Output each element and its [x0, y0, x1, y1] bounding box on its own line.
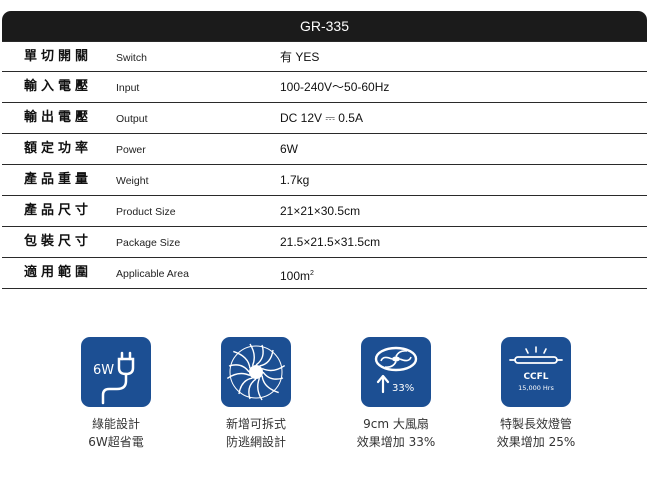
caption-line-1: 9cm 大風扇 [363, 417, 429, 431]
spec-label-en: Input [116, 82, 140, 94]
caption-line-2: 防逃網設計 [225, 435, 286, 449]
feature-green-energy: 6W 綠能設計 6W超省電 [56, 337, 176, 451]
caption-line-1: 綠能設計 [91, 417, 140, 431]
spec-label-zh: 包裝尺寸 [24, 234, 93, 249]
product-spec-page: GR-335 單切開關 Switch 有 YES 輸入電壓 Input 100-… [0, 0, 650, 500]
caption-line-1: 新增可拆式 [225, 417, 286, 431]
spec-label-zh: 適用範圍 [24, 265, 93, 280]
spec-label-zh: 產品尺寸 [24, 203, 93, 218]
spec-value: 21.5×21.5×31.5cm [280, 235, 381, 249]
feature-large-fan: 33% 9cm 大風扇 效果增加 33% [336, 337, 456, 451]
spec-label-zh: 輸入電壓 [24, 79, 93, 94]
spec-label-en: Switch [116, 52, 147, 64]
ccfl-lamp-icon: CCFL 15,000 Hrs [501, 337, 571, 407]
fan-blade-icon [221, 337, 291, 407]
spec-label-zh: 單切開關 [24, 49, 93, 64]
spec-label-en: Output [116, 113, 148, 125]
spec-value: DC 12V ⎓ 0.5A [280, 111, 363, 125]
spec-value: 100-240V～50-60Hz [280, 80, 390, 94]
spec-row-power: 額定功率 Power 6W [2, 134, 647, 165]
model-title: GR-335 [299, 18, 350, 34]
spec-label-en: Applicable Area [116, 268, 189, 280]
feature-ccfl-lamp: CCFL 15,000 Hrs 特製長效燈管 效果增加 25% [476, 337, 596, 451]
spec-row-input: 輸入電壓 Input 100-240V～50-60Hz [2, 72, 647, 103]
spec-row-applicable-area: 適用範圍 Applicable Area 100m2 [2, 258, 647, 289]
spec-value: 100m2 [280, 258, 314, 292]
caption-line-2: 效果增加 33% [356, 435, 436, 449]
spec-label-zh: 輸出電壓 [24, 110, 93, 125]
icon-text-ccfl: CCFL [523, 372, 548, 382]
area-unit-superscript: 2 [310, 270, 314, 277]
spec-value: 1.7kg [280, 173, 310, 187]
model-header: GR-335 [2, 11, 647, 41]
feature-caption: 9cm 大風扇 效果增加 33% [336, 415, 456, 451]
feature-icons-row: 6W 綠能設計 6W超省電 新增可拆式 防逃網設計 33% 9cm 大風扇 效果… [0, 337, 650, 457]
spec-label-en: Product Size [116, 206, 176, 218]
fan-upgrade-icon: 33% [361, 337, 431, 407]
power-plug-icon: 6W [81, 337, 151, 407]
caption-line-1: 特製長效燈管 [499, 417, 572, 431]
spec-label-en: Power [116, 144, 146, 156]
spec-label-zh: 額定功率 [24, 141, 93, 156]
spec-value: 有 YES [280, 50, 320, 64]
spec-label-en: Weight [116, 175, 149, 187]
area-value: 100m [280, 269, 311, 283]
caption-line-2: 效果增加 25% [496, 435, 576, 449]
feature-detachable-net: 新增可拆式 防逃網設計 [196, 337, 316, 451]
icon-text-6w: 6W [93, 363, 114, 378]
spec-table: GR-335 單切開關 Switch 有 YES 輸入電壓 Input 100-… [2, 11, 647, 289]
spec-value: 6W [280, 142, 298, 156]
feature-caption: 新增可拆式 防逃網設計 [196, 415, 316, 451]
feature-caption: 綠能設計 6W超省電 [56, 415, 176, 451]
spec-label-zh: 產品重量 [24, 172, 93, 187]
spec-row-output: 輸出電壓 Output DC 12V ⎓ 0.5A [2, 103, 647, 134]
spec-row-package-size: 包裝尺寸 Package Size 21.5×21.5×31.5cm [2, 227, 647, 258]
spec-row-product-size: 產品尺寸 Product Size 21×21×30.5cm [2, 196, 647, 227]
spec-row-weight: 產品重量 Weight 1.7kg [2, 165, 647, 196]
icon-text-33: 33% [392, 383, 414, 394]
spec-value: 21×21×30.5cm [280, 204, 361, 218]
spec-label-en: Package Size [116, 237, 181, 249]
caption-line-2: 6W超省電 [88, 435, 144, 449]
icon-text-hours: 15,000 Hrs [518, 384, 554, 392]
feature-caption: 特製長效燈管 效果增加 25% [476, 415, 596, 451]
spec-row-switch: 單切開關 Switch 有 YES [2, 41, 647, 72]
